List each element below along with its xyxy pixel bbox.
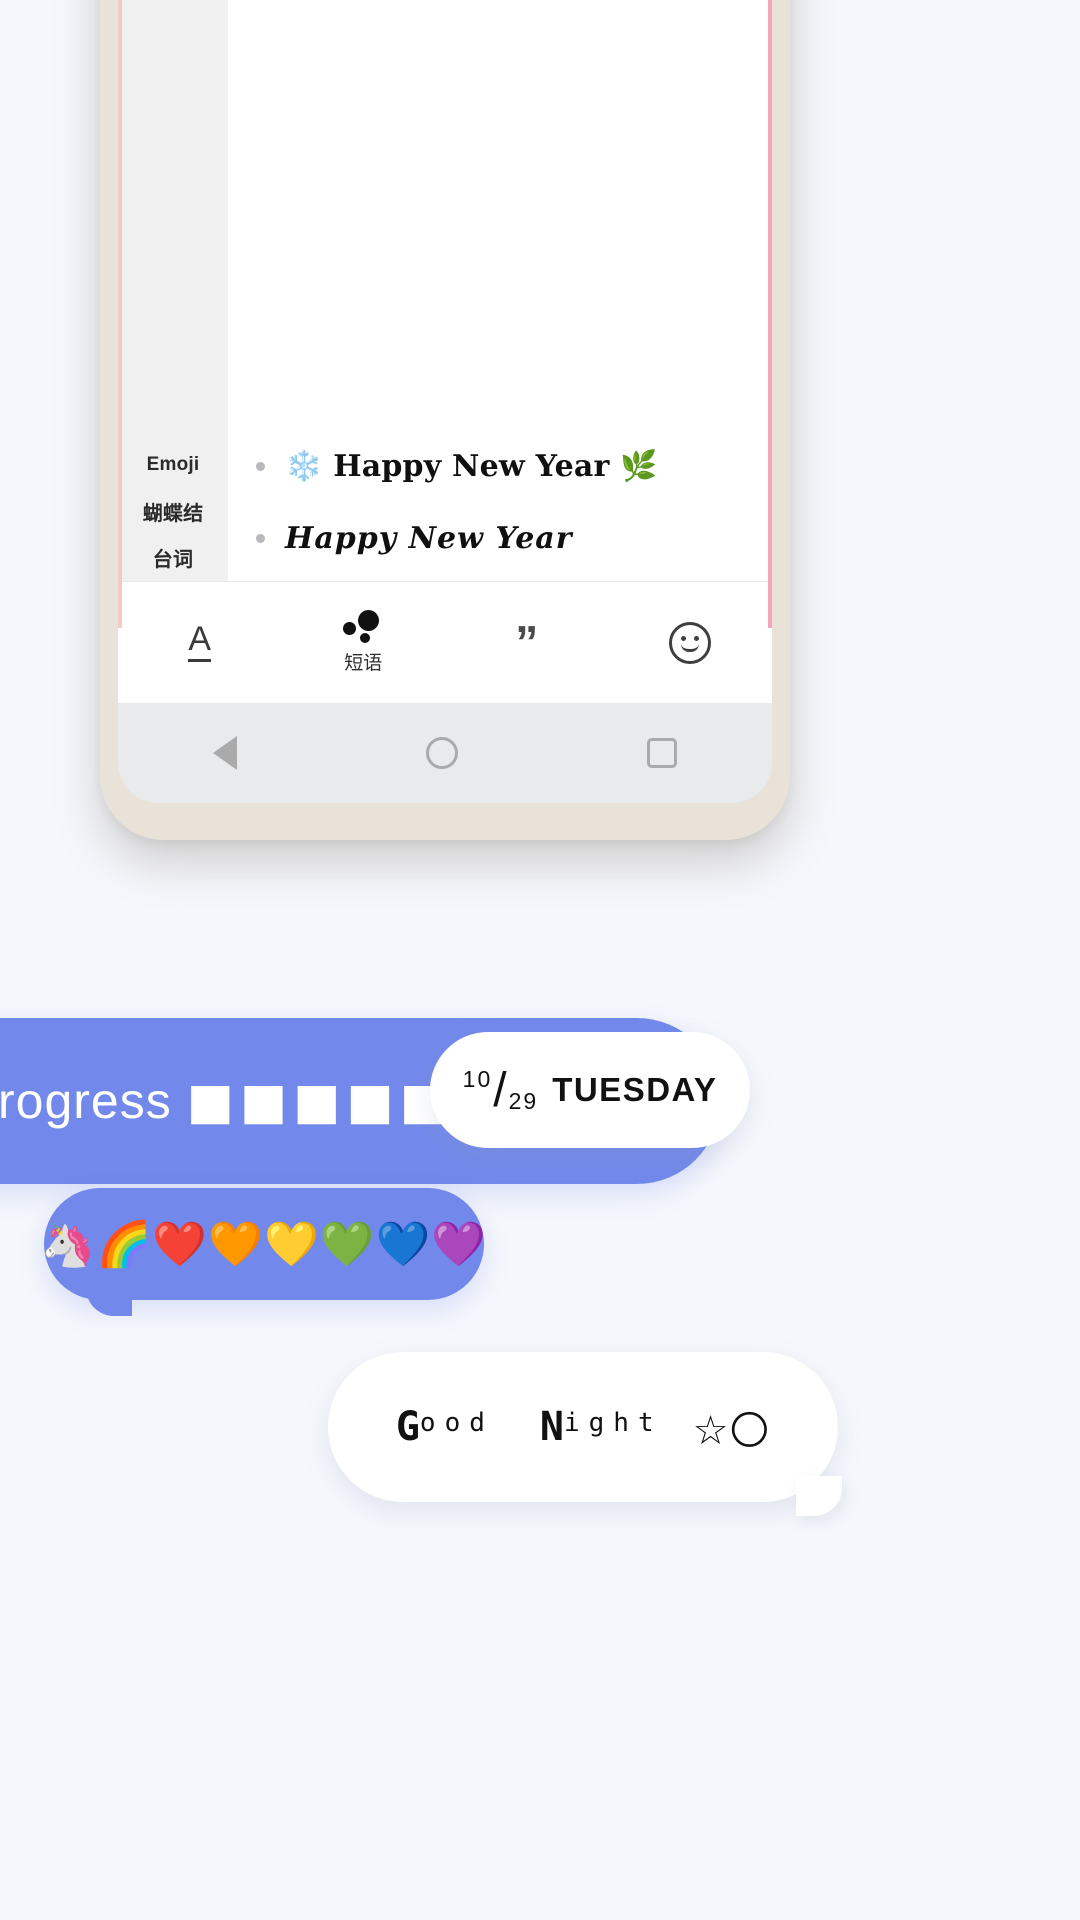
phone-screen: Emoji 蝴蝶结 台词 ❄️ Happy New Year 🌿 Happy N… xyxy=(118,0,772,703)
android-navigation-bar xyxy=(118,703,772,803)
phrase-text: Happy New Year xyxy=(285,520,573,556)
toolbar-text-format-button[interactable]: A xyxy=(118,582,282,703)
goodnight-word2-cap: N xyxy=(539,1404,564,1450)
goodnight-emoji: ☆🌕 xyxy=(692,1408,771,1454)
goodnight-word1-cap: G xyxy=(395,1404,420,1450)
home-circle-icon[interactable] xyxy=(425,737,458,769)
list-item[interactable]: ❄️ Happy New Year 🌿 xyxy=(228,430,772,502)
quote-icon: ” xyxy=(515,615,539,668)
sidebar-item-label: 蝴蝶结 xyxy=(142,502,204,525)
sidebar-item-label: 台词 xyxy=(152,549,194,572)
keyboard-category-sidebar[interactable]: Emoji 蝴蝶结 台词 xyxy=(118,0,228,581)
screen-edge-right xyxy=(768,0,772,628)
date-day: 29 xyxy=(508,1087,539,1114)
toolbar-phrase-label: 短语 xyxy=(344,653,383,674)
back-triangle-icon[interactable] xyxy=(212,736,237,770)
keyboard-toolbar: A 短语 ” xyxy=(118,581,772,703)
date-weekday: TUESDAY xyxy=(552,1071,718,1108)
keyboard-body: Emoji 蝴蝶结 台词 ❄️ Happy New Year 🌿 Happy N… xyxy=(118,0,772,581)
text-format-icon: A xyxy=(188,622,212,662)
date-fraction: 10 / 29 xyxy=(463,1063,539,1118)
list-item[interactable]: ☺ HAPPY EVERYDAY̆ xyxy=(228,574,772,581)
recents-square-icon[interactable] xyxy=(647,738,678,768)
list-item[interactable]: Happy New Year xyxy=(228,502,772,574)
sidebar-item-bowtie[interactable]: 蝴蝶结 xyxy=(118,488,228,534)
date-text: 10 / 29 TUESDAY xyxy=(463,1063,718,1118)
toolbar-emoji-button[interactable] xyxy=(609,582,773,703)
phone-mockup: Emoji 蝴蝶结 台词 ❄️ Happy New Year 🌿 Happy N… xyxy=(100,0,790,840)
phrase-dots-icon xyxy=(341,610,385,644)
chat-bubble-hearts[interactable]: 🦄🌈❤️🧡💛💚💙💜 xyxy=(40,1188,488,1316)
bullet-icon xyxy=(256,461,265,471)
keyboard-panel: Emoji 蝴蝶结 台词 ❄️ Happy New Year 🌿 Happy N… xyxy=(118,0,772,703)
toolbar-phrase-button[interactable]: 短语 xyxy=(282,582,446,703)
chat-bubble-date[interactable]: 10 / 29 TUESDAY xyxy=(430,1032,750,1148)
date-month: 10 xyxy=(462,1065,493,1092)
emoji-face-icon xyxy=(669,621,712,664)
progress-label: rogress xyxy=(0,1073,172,1129)
goodnight-word1-rest: ood xyxy=(419,1408,494,1438)
phrase-text: ❄️ Happy New Year 🌿 xyxy=(285,448,658,484)
bubble-tail-blue xyxy=(86,1276,132,1316)
screen-root: Emoji 蝴蝶结 台词 ❄️ Happy New Year 🌿 Happy N… xyxy=(0,0,1080,1920)
bullet-icon xyxy=(256,533,265,543)
phrase-list[interactable]: ❄️ Happy New Year 🌿 Happy New Year ☺ HAP… xyxy=(228,0,772,581)
sidebar-item-lines[interactable]: 台词 xyxy=(118,535,228,581)
goodnight-text: G ood N ight ☆🌕 xyxy=(395,1404,770,1454)
hearts-text: 🦄🌈❤️🧡💛💚💙💜 xyxy=(40,1219,488,1270)
chat-bubble-goodnight[interactable]: G ood N ight ☆🌕 xyxy=(328,1352,842,1516)
toolbar-quote-button[interactable]: ” xyxy=(445,582,609,703)
screen-edge-left xyxy=(118,0,122,628)
sidebar-item-label: Emoji xyxy=(146,454,200,476)
date-slash-icon: / xyxy=(493,1063,508,1117)
goodnight-word2-rest: ight xyxy=(563,1408,663,1438)
bubble-tail-white xyxy=(796,1476,842,1516)
sidebar-item-emoji[interactable]: Emoji xyxy=(118,442,228,488)
